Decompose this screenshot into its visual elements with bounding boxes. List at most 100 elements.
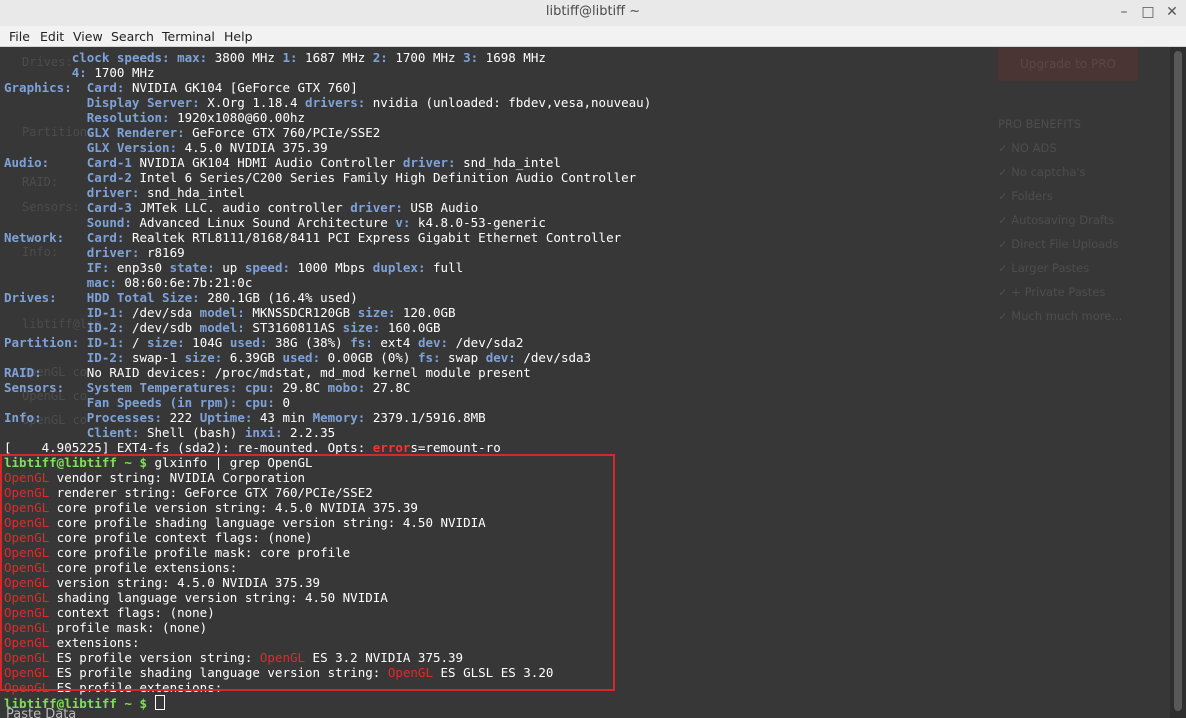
terminal-text: 6.39GB: [229, 350, 283, 365]
terminal-line: ID-1: /dev/sda model: MKNSSDCR120GB size…: [4, 305, 651, 320]
menu-view[interactable]: View: [73, 29, 103, 44]
terminal-text: 1700 MHz: [94, 65, 155, 80]
close-button[interactable]: ✕: [1162, 3, 1182, 21]
terminal-text: dev:: [417, 335, 456, 350]
ghost-pro-item: ✓ Larger Pastes: [998, 261, 1090, 275]
terminal-text: IF:: [4, 260, 117, 275]
terminal-line: Sound: Advanced Linux Sound Architecture…: [4, 215, 651, 230]
terminal-text: Intel 6 Series/C200 Series Family High D…: [139, 170, 637, 185]
terminal-text: Graphics:: [4, 80, 72, 95]
terminal-text: driver:: [4, 245, 147, 260]
terminal-line: Sensors: System Temperatures: cpu: 29.8C…: [4, 380, 651, 395]
ghost-pro-item: ✓ No captcha's: [998, 165, 1086, 179]
terminal-line: driver: r8169: [4, 245, 651, 260]
terminal-text: snd_hda_intel: [463, 155, 561, 170]
menu-file[interactable]: File: [9, 29, 30, 44]
scrollbar[interactable]: [1170, 47, 1186, 718]
terminal-text: s=remount-ro: [410, 440, 501, 455]
terminal-line: mac: 08:60:6e:7b:21:0c: [4, 275, 651, 290]
terminal-text: 1698 MHz: [485, 50, 546, 65]
terminal-text: MKNSSDCR120GB: [252, 305, 358, 320]
terminal-line: ID-2: swap-1 size: 6.39GB used: 0.00GB (…: [4, 350, 651, 365]
ghost-pro-item: ✓ Autosaving Drafts: [998, 213, 1115, 227]
minimize-button[interactable]: –: [1114, 3, 1134, 21]
terminal-text: r8169: [147, 245, 185, 260]
terminal-text: GeForce GTX 760/PCIe/SSE2: [192, 125, 381, 140]
terminal-line: Card-2 Intel 6 Series/C200 Series Family…: [4, 170, 651, 185]
terminal-text: /: [131, 335, 148, 350]
terminal-text: /dev/sdb: [131, 320, 200, 335]
terminal-text: fs:: [350, 335, 381, 350]
terminal-text: 2379.1/5916.8MB: [372, 410, 486, 425]
terminal-text: USB Audio: [410, 200, 479, 215]
terminal-line: Client: Shell (bash) inxi: 2.2.35: [4, 425, 651, 440]
terminal-text: driver:: [402, 155, 464, 170]
terminal-text: up: [222, 260, 245, 275]
terminal-text: Audio:: [4, 155, 50, 170]
terminal-text: ext4: [380, 335, 418, 350]
terminal-text: size:: [357, 305, 403, 320]
terminal-text: Card:: [71, 80, 132, 95]
terminal-text: ID-1:: [4, 305, 132, 320]
ghost-pro-item: ✓ Folders: [998, 189, 1053, 203]
terminal-text: used:: [229, 335, 275, 350]
terminal-text: 43 min: [259, 410, 313, 425]
terminal-line: IF: enp3s0 state: up speed: 1000 Mbps du…: [4, 260, 651, 275]
terminal-text: 38G (38%): [274, 335, 351, 350]
terminal-line: Fan Speeds (in rpm): cpu: 0: [4, 395, 651, 410]
terminal-text: 27.8C: [372, 380, 411, 395]
terminal-text: Drives:: [4, 290, 57, 305]
terminal-text: NVIDIA GK104 [GeForce GTX 760]: [131, 80, 358, 95]
terminal-text: Memory:: [312, 410, 373, 425]
terminal-text: /dev/sda3: [523, 350, 592, 365]
terminal-line: Card-3 JMTek LLC. audio controller drive…: [4, 200, 651, 215]
terminal-text: 120.0GB: [402, 305, 456, 320]
terminal-text: ID-2:: [4, 350, 132, 365]
terminal-text: Advanced Linux Sound Architecture: [139, 215, 396, 230]
terminal-text: nvidia (unloaded: fbdev,vesa,nouveau): [372, 95, 652, 110]
terminal-text: 222: [169, 410, 200, 425]
menu-search[interactable]: Search: [111, 29, 154, 44]
terminal-text: 0.00GB (0%): [327, 350, 418, 365]
terminal-text: Fan Speeds (in rpm): cpu:: [4, 395, 283, 410]
menu-edit[interactable]: Edit: [40, 29, 64, 44]
ghost-pro-item: ✓ Direct File Uploads: [998, 237, 1119, 251]
menu-terminal[interactable]: Terminal: [162, 29, 215, 44]
terminal-text: 160.0GB: [387, 320, 441, 335]
terminal-text: ID-2:: [4, 320, 132, 335]
terminal-text: 104G: [192, 335, 230, 350]
terminal-line: clock speeds: max: 3800 MHz 1: 1687 MHz …: [4, 50, 651, 65]
terminal-text: 1000 Mbps: [297, 260, 373, 275]
terminal-text: swap: [448, 350, 486, 365]
terminal-text: JMTek LLC. audio controller: [139, 200, 351, 215]
terminal-line: ID-2: /dev/sdb model: ST3160811AS size: …: [4, 320, 651, 335]
terminal-text: speed:: [244, 260, 298, 275]
ghost-upgrade-button: Upgrade to PRO: [998, 47, 1138, 81]
terminal-line: [ 4.905225] EXT4-fs (sda2): re-mounted. …: [4, 440, 651, 455]
terminal-text: [ 4.905225] EXT4-fs (sda2): re-mounted. …: [4, 440, 373, 455]
ghost-pro-item: ✓ Much much more...: [998, 309, 1123, 323]
terminal-text: Card:: [64, 230, 132, 245]
terminal-area[interactable]: Upgrade to PRO PRO BENEFITS ✓ NO ADS ✓ N…: [0, 47, 1170, 718]
terminal-line: Drives: HDD Total Size: 280.1GB (16.4% u…: [4, 290, 651, 305]
terminal-text: Client:: [4, 425, 147, 440]
terminal-line: Info: Processes: 222 Uptime: 43 min Memo…: [4, 410, 651, 425]
terminal-line: 4: 1700 MHz: [4, 65, 651, 80]
terminal-text: enp3s0: [116, 260, 170, 275]
terminal-text: dev:: [485, 350, 524, 365]
terminal-line: Resolution: 1920x1080@60.00hz: [4, 110, 651, 125]
terminal-cursor: [154, 695, 165, 710]
scrollbar-thumb[interactable]: [1174, 51, 1182, 711]
menu-help[interactable]: Help: [224, 29, 253, 44]
maximize-button[interactable]: □: [1138, 3, 1158, 21]
terminal-text: Network:: [4, 230, 65, 245]
terminal-text: System Temperatures: cpu:: [64, 380, 283, 395]
terminal-line: Audio: Card-1 NVIDIA GK104 HDMI Audio Co…: [4, 155, 651, 170]
terminal-text: X.Org 1.18.4: [207, 95, 306, 110]
terminal-text: 1:: [282, 50, 306, 65]
terminal-text: Sensors:: [4, 380, 65, 395]
terminal-text: /dev/sda: [131, 305, 200, 320]
terminal-text: Display Server:: [4, 95, 208, 110]
terminal-text: driver:: [4, 185, 147, 200]
